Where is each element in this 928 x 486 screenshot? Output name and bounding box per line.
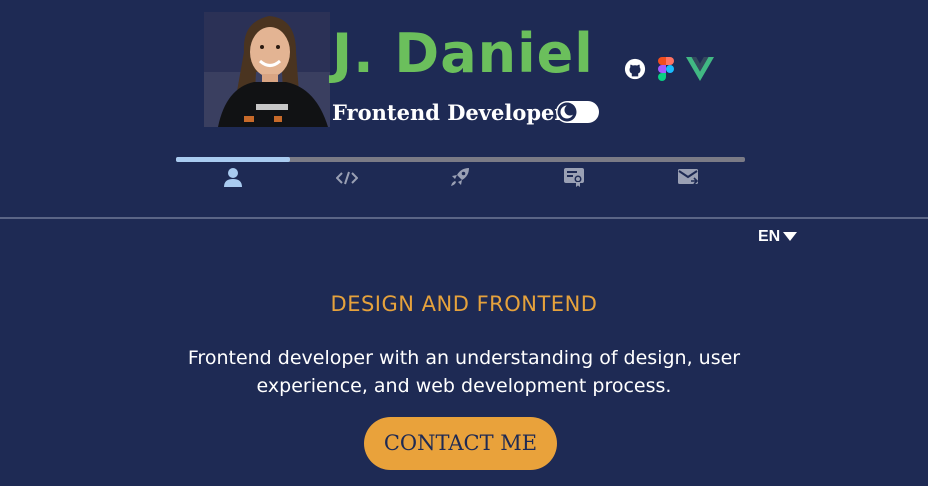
hero-description-line-2: experience, and web development process.	[256, 375, 672, 397]
figma-icon[interactable]	[658, 57, 674, 85]
vue-icon[interactable]	[686, 57, 714, 85]
contact-me-button[interactable]: CONTACT ME	[364, 417, 557, 470]
user-icon	[223, 167, 243, 191]
nav-item-certificates[interactable]	[517, 166, 631, 192]
section-nav	[176, 166, 745, 192]
certificate-icon	[563, 167, 585, 191]
section-progress-bar	[176, 157, 745, 162]
hero-description: Frontend developer with an understanding…	[120, 344, 808, 400]
github-icon[interactable]	[624, 58, 646, 84]
section-progress-fill	[176, 157, 290, 162]
mail-icon	[677, 167, 699, 191]
rocket-icon	[449, 166, 471, 192]
nav-item-contact[interactable]	[631, 166, 745, 192]
role-subtitle: Frontend Developer	[332, 100, 566, 125]
hero-description-line-1: Frontend developer with an understanding…	[187, 347, 741, 369]
portfolio-page: J. Daniel Frontend Developer EN DESIGN A…	[0, 0, 928, 486]
language-selector[interactable]: EN	[758, 227, 798, 247]
code-icon	[335, 170, 359, 189]
hero-heading: DESIGN AND FRONTEND	[330, 292, 598, 316]
language-label: EN	[758, 228, 781, 245]
moon-icon	[557, 102, 577, 122]
tech-icons	[624, 56, 714, 86]
theme-toggle[interactable]	[556, 101, 599, 123]
nav-item-projects[interactable]	[404, 166, 518, 192]
avatar	[204, 12, 330, 127]
caret-down-icon	[783, 228, 798, 246]
profile-photo	[204, 12, 330, 127]
nav-item-about[interactable]	[176, 166, 290, 192]
nav-item-skills[interactable]	[290, 166, 404, 192]
header-divider	[0, 217, 928, 219]
brand-name: J. Daniel	[332, 22, 594, 85]
